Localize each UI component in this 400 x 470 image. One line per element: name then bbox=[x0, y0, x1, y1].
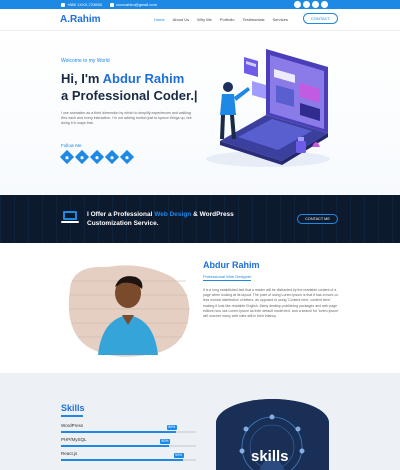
skill-bar: 80% bbox=[61, 439, 196, 447]
banner-line-1-prefix: I Offer a Professional bbox=[87, 211, 155, 218]
hero-name: Abdur Rahim bbox=[102, 71, 185, 86]
about-name: Abdur Rahim bbox=[203, 260, 260, 270]
skill-label: PHP/MySQL bbox=[61, 437, 87, 442]
top-bar: +880 1XXX-723600 xxxxxahim@gmail.com bbox=[0, 0, 400, 9]
dribbble-icon[interactable] bbox=[119, 149, 135, 165]
hero-greeting: Hi, I'm Abdur Rahim bbox=[61, 71, 184, 86]
services-banner: I Offer a Professional Web Design & Word… bbox=[0, 195, 400, 243]
hero-greeting-prefix: Hi, I'm bbox=[61, 71, 100, 86]
linkedin-icon[interactable] bbox=[89, 149, 105, 165]
nav-menu: Home About Us Why Me Portfolio Testimoni… bbox=[154, 17, 288, 22]
site-logo[interactable]: A.Rahim bbox=[60, 14, 101, 25]
banner-highlight: Web Design bbox=[154, 211, 192, 218]
mail-icon bbox=[110, 2, 114, 7]
hero-section: Welcome to my World Hi, I'm Abdur Rahim … bbox=[0, 31, 400, 195]
nav-item-portfolio[interactable]: Portfolio bbox=[220, 17, 235, 22]
contact-me-button[interactable]: CONTACT ME bbox=[297, 214, 338, 224]
nav-item-services[interactable]: Services bbox=[273, 17, 288, 22]
skill-row: PHP/MySQL 80% bbox=[61, 437, 196, 447]
nav-item-about[interactable]: About Us bbox=[173, 17, 189, 22]
banner-line-1-suffix: & WordPress bbox=[191, 211, 234, 218]
topbar-phone-text: +880 1XXX-723600 bbox=[67, 2, 103, 7]
about-text: It is a long established fact that a rea… bbox=[203, 288, 339, 319]
skill-row: React.js 90% bbox=[61, 451, 196, 461]
nav-item-why-me[interactable]: Why Me bbox=[197, 17, 212, 22]
skill-bar-fill bbox=[61, 445, 169, 447]
profile-photo bbox=[68, 265, 190, 357]
banner-text: I Offer a Professional Web Design & Word… bbox=[87, 210, 234, 228]
twitter-icon[interactable] bbox=[74, 149, 90, 165]
skill-bar-fill bbox=[61, 431, 176, 433]
skills-image-label: skills bbox=[251, 448, 289, 465]
behance-icon[interactable] bbox=[104, 149, 120, 165]
follow-label: Follow Me bbox=[61, 143, 82, 148]
skill-percent: 90% bbox=[173, 453, 184, 458]
topbar-phone[interactable]: +880 1XXX-723600 bbox=[61, 2, 102, 7]
phone-icon bbox=[61, 2, 65, 7]
facebook-icon[interactable] bbox=[294, 1, 301, 8]
skill-percent: 80% bbox=[160, 439, 171, 444]
banner-line-2: Customization Service. bbox=[87, 220, 159, 227]
skills-title: Skills bbox=[61, 403, 85, 413]
about-section: Abdur Rahim Professional Web Designer It… bbox=[0, 243, 400, 373]
about-role: Professional Web Designer bbox=[203, 274, 252, 281]
skills-title-underline bbox=[61, 415, 83, 417]
hero-welcome: Welcome to my World bbox=[61, 58, 110, 64]
hero-subtitle: a Professional Coder.| bbox=[61, 88, 198, 103]
nav-item-home[interactable]: Home bbox=[154, 17, 165, 22]
hero-blurb: I use animation as a third dimension by … bbox=[61, 111, 192, 126]
nav-item-testimonials[interactable]: Testimonials bbox=[242, 17, 264, 22]
skill-bar: 90% bbox=[61, 453, 196, 461]
twitter-icon[interactable] bbox=[303, 1, 310, 8]
topbar-email[interactable]: xxxxxahim@gmail.com bbox=[110, 2, 157, 7]
main-nav: A.Rahim Home About Us Why Me Portfolio T… bbox=[0, 9, 400, 31]
hero-social-links bbox=[59, 149, 135, 165]
hero-illustration bbox=[206, 49, 330, 167]
topbar-social bbox=[294, 1, 328, 8]
banner-line-1: I Offer a Professional Web Design & Word… bbox=[87, 210, 234, 219]
skill-bar: 85% bbox=[61, 425, 196, 433]
linkedin-icon[interactable] bbox=[312, 1, 319, 8]
skill-bar-fill bbox=[61, 459, 183, 461]
facebook-icon[interactable] bbox=[59, 149, 75, 165]
topbar-email-text: xxxxxahim@gmail.com bbox=[116, 2, 157, 7]
skill-percent: 85% bbox=[166, 425, 177, 430]
skills-section: Skills WordPress 85% PHP/MySQL 80% React… bbox=[0, 373, 400, 470]
laptop-icon bbox=[61, 211, 79, 223]
skill-row: WordPress 85% bbox=[61, 423, 196, 433]
contact-button[interactable]: CONTACT bbox=[303, 13, 338, 24]
instagram-icon[interactable] bbox=[321, 1, 328, 8]
